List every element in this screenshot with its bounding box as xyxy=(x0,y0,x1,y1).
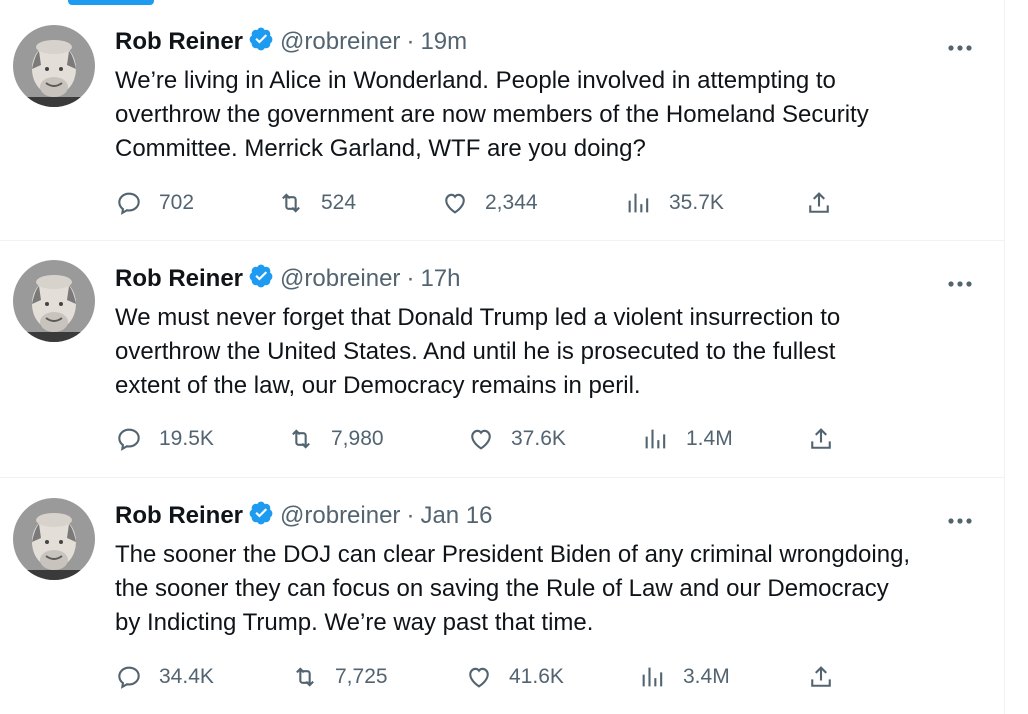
retweet-button[interactable]: 7,725 xyxy=(291,660,388,694)
retweet-icon xyxy=(292,429,310,449)
retweet-count: 524 xyxy=(321,191,357,214)
tweet-text-line: by Indicting Trump. We’re way past that … xyxy=(115,609,594,636)
separator-dot: · xyxy=(406,28,415,55)
share-button[interactable] xyxy=(807,660,835,694)
views-button[interactable]: 35.7K xyxy=(625,186,724,220)
tweet-text-line: We’re living in Alice in Wonderland. Peo… xyxy=(115,67,836,94)
tweet-header: Rob Reiner @robreiner · Jan 16 xyxy=(115,499,493,533)
tweet-text-line: the sooner they can focus on saving the … xyxy=(115,575,889,602)
reply-icon xyxy=(118,666,140,689)
like-count: 2,344 xyxy=(485,191,538,214)
verified-badge-icon xyxy=(243,500,280,533)
views-icon xyxy=(642,667,663,687)
reply-icon xyxy=(118,428,140,451)
retweet-button[interactable]: 524 xyxy=(277,186,356,220)
tweet-timestamp[interactable]: 19m xyxy=(420,28,467,56)
views-count: 3.4M xyxy=(683,665,730,688)
author-name[interactable]: Rob Reiner xyxy=(115,502,243,530)
like-icon xyxy=(445,193,465,214)
avatar[interactable] xyxy=(13,260,95,342)
author-handle[interactable]: @robreiner xyxy=(280,265,400,293)
verified-badge-icon xyxy=(243,26,280,59)
retweet-count: 7,980 xyxy=(331,427,384,450)
avatar[interactable] xyxy=(13,498,95,580)
tweet-actions: 19.5K 7,980 37.6K 1.4M xyxy=(115,422,875,456)
reply-count: 702 xyxy=(159,191,195,214)
separator-dot: · xyxy=(406,265,415,292)
reply-button[interactable]: 702 xyxy=(115,186,194,220)
like-count: 37.6K xyxy=(511,427,566,450)
tweet-actions: 34.4K 7,725 41.6K 3.4M xyxy=(115,660,875,694)
tweet-timestamp[interactable]: Jan 16 xyxy=(420,502,492,530)
author-handle[interactable]: @robreiner xyxy=(280,28,400,56)
tweet-text: We’re living in Alice in Wonderland. Peo… xyxy=(115,64,985,166)
reply-count: 19.5K xyxy=(159,427,214,450)
tweet-text: The sooner the DOJ can clear President B… xyxy=(115,538,985,640)
share-icon xyxy=(811,666,831,687)
tweet-header: Rob Reiner @robreiner · 17h xyxy=(115,262,460,296)
views-count: 35.7K xyxy=(669,191,724,214)
share-button[interactable] xyxy=(807,422,835,456)
like-button[interactable]: 2,344 xyxy=(441,186,538,220)
share-icon xyxy=(809,192,829,213)
like-icon xyxy=(471,429,491,450)
views-button[interactable]: 1.4M xyxy=(642,422,733,456)
tweet-actions: 702 524 2,344 35.7K xyxy=(115,186,875,220)
more-options-icon[interactable] xyxy=(946,512,974,526)
tweet-text-line: We must never forget that Donald Trump l… xyxy=(115,304,841,331)
views-count: 1.4M xyxy=(686,427,733,450)
like-button[interactable]: 41.6K xyxy=(465,660,564,694)
tweet-header: Rob Reiner @robreiner · 19m xyxy=(115,25,467,59)
retweet-icon xyxy=(282,193,300,213)
views-button[interactable]: 3.4M xyxy=(639,660,730,694)
tweet-timestamp[interactable]: 17h xyxy=(420,265,460,293)
tweet[interactable]: Rob Reiner @robreiner · 17h We must neve… xyxy=(0,240,1004,478)
views-icon xyxy=(628,193,649,213)
tweet-text-line: The sooner the DOJ can clear President B… xyxy=(115,541,911,568)
separator-dot: · xyxy=(406,502,415,529)
more-options-icon[interactable] xyxy=(946,39,974,53)
like-count: 41.6K xyxy=(509,665,564,688)
reply-button[interactable]: 34.4K xyxy=(115,660,214,694)
reply-count: 34.4K xyxy=(159,665,214,688)
tweet-feed: Rob Reiner @robreiner · 19m We’re living… xyxy=(0,0,1005,714)
share-icon xyxy=(811,428,831,449)
retweet-count: 7,725 xyxy=(335,665,388,688)
tweet[interactable]: Rob Reiner @robreiner · 19m We’re living… xyxy=(0,6,1004,241)
like-button[interactable]: 37.6K xyxy=(467,422,566,456)
reply-icon xyxy=(118,192,140,215)
share-button[interactable] xyxy=(805,186,833,220)
tweet[interactable]: Rob Reiner @robreiner · Jan 16 The soone… xyxy=(0,477,1004,714)
tweet-text-line: overthrow the government are now members… xyxy=(115,101,869,128)
author-handle[interactable]: @robreiner xyxy=(280,502,400,530)
tweet-text-line: extent of the law, our Democracy remains… xyxy=(115,372,641,399)
reply-button[interactable]: 19.5K xyxy=(115,422,214,456)
author-name[interactable]: Rob Reiner xyxy=(115,265,243,293)
verified-badge-icon xyxy=(243,263,280,296)
tweet-text-line: Committee. Merrick Garland, WTF are you … xyxy=(115,135,646,162)
retweet-button[interactable]: 7,980 xyxy=(287,422,384,456)
more-options-icon[interactable] xyxy=(946,275,974,289)
tweet-text-line: overthrow the United States. And until h… xyxy=(115,338,836,365)
author-name[interactable]: Rob Reiner xyxy=(115,28,243,56)
tweet-text: We must never forget that Donald Trump l… xyxy=(115,301,985,403)
like-icon xyxy=(469,667,489,688)
views-icon xyxy=(645,429,666,449)
show-more-button-edge[interactable] xyxy=(68,0,154,5)
retweet-icon xyxy=(296,667,314,687)
avatar[interactable] xyxy=(13,25,95,107)
